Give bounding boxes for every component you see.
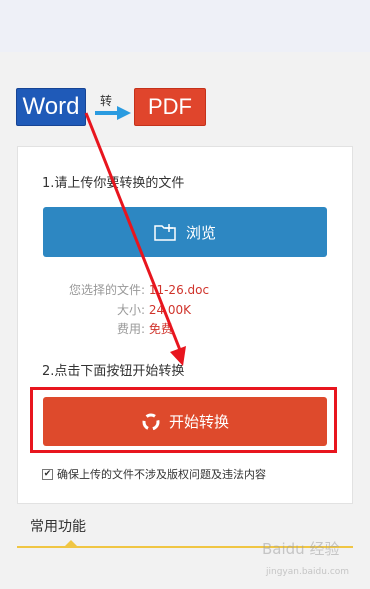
word-format-badge: Word bbox=[16, 88, 86, 126]
file-name-label: 您选择的文件: bbox=[68, 283, 145, 297]
common-functions-title: 常用功能 bbox=[30, 519, 86, 535]
file-size-value: 24.00K bbox=[148, 303, 192, 317]
agreement-text: 确保上传的文件不涉及版权问题及违法内容 bbox=[57, 468, 266, 481]
file-name-value: 11-26.doc bbox=[148, 283, 210, 297]
folder-upload-icon bbox=[154, 224, 176, 241]
pdf-format-badge: PDF bbox=[134, 88, 206, 126]
file-size-label: 大小: bbox=[116, 303, 145, 317]
agreement-row[interactable]: ✔ 确保上传的文件不涉及版权问题及违法内容 bbox=[42, 466, 266, 482]
file-name-row: 您选择的文件: 11-26.doc bbox=[0, 281, 209, 298]
watermark-url: jingyan.baidu.com bbox=[266, 567, 350, 577]
start-convert-label: 开始转换 bbox=[168, 413, 229, 431]
convert-spinner-icon bbox=[142, 413, 160, 430]
top-band bbox=[0, 0, 370, 52]
fee-row: 费用: 免费 bbox=[0, 320, 173, 337]
file-size-row: 大小: 24.00K bbox=[0, 301, 191, 318]
fee-value: 免费 bbox=[148, 322, 173, 336]
start-convert-button[interactable]: 开始转换 bbox=[43, 397, 327, 446]
arrow-right-icon bbox=[95, 106, 131, 120]
step1-instruction: 1.请上传你要转换的文件 bbox=[42, 176, 185, 191]
browse-label: 浏览 bbox=[185, 223, 216, 242]
fee-label: 费用: bbox=[116, 322, 145, 336]
agreement-checkbox[interactable]: ✔ bbox=[42, 468, 53, 480]
caret-up-icon bbox=[65, 540, 77, 546]
watermark-brand: Baidu 经验 bbox=[262, 540, 340, 558]
browse-button[interactable]: 浏览 bbox=[43, 207, 327, 257]
step2-instruction: 2.点击下面按钮开始转换 bbox=[42, 364, 185, 379]
